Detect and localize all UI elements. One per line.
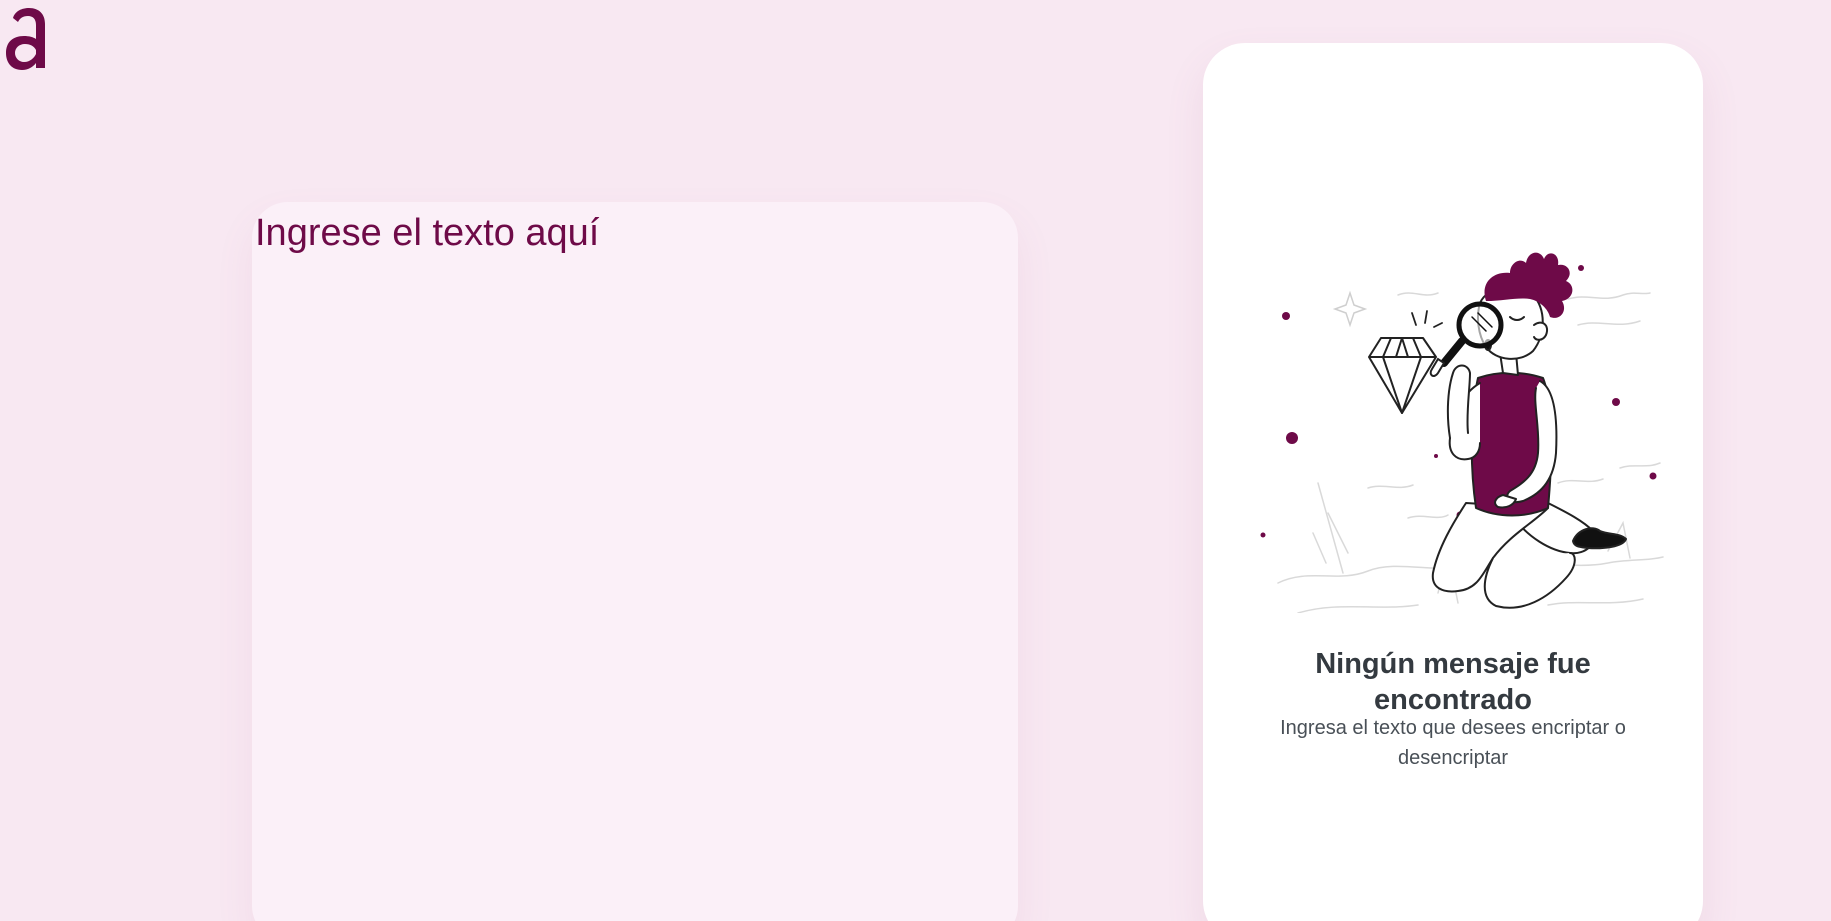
person-magnifying-glass-diamond-illustration [1260,252,1664,613]
page: Ningún mensaje fue encontrado Ingresa el… [0,0,1831,921]
text-input[interactable] [255,212,995,912]
input-card [252,202,1018,921]
result-card: Ningún mensaje fue encontrado Ingresa el… [1203,43,1703,921]
empty-state-title: Ningún mensaje fue encontrado [1315,648,1591,716]
empty-state-subtitle: Ingresa el texto que desees encriptar o … [1280,717,1626,769]
brand-logo[interactable] [5,6,49,70]
